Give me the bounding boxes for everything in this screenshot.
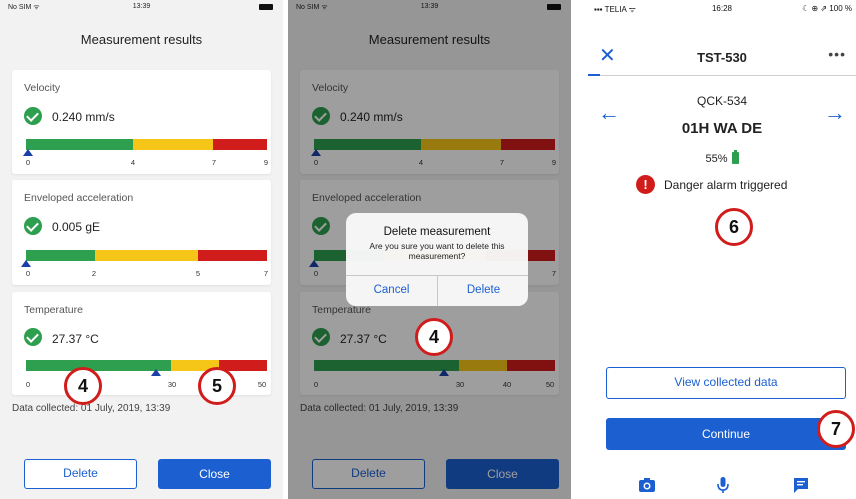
velocity-card: Velocity 0.240 mm/s 0 4 7 9	[12, 70, 271, 174]
tab-indicator	[588, 74, 600, 76]
battery-icon	[259, 4, 273, 10]
dialog-delete-button[interactable]: Delete	[438, 275, 528, 306]
value-marker	[21, 260, 31, 267]
bottom-toolbar	[588, 470, 856, 499]
alarm-text: Danger alarm triggered	[664, 178, 788, 192]
velocity-value: 0.240 mm/s	[52, 110, 115, 124]
continue-button[interactable]: Continue	[606, 418, 846, 450]
delete-confirm-screen: No SIM ᯤ 13:39 Measurement results Veloc…	[288, 0, 571, 499]
card-label: Enveloped acceleration	[24, 192, 134, 204]
card-label: Temperature	[24, 304, 83, 316]
microphone-icon[interactable]	[714, 476, 732, 494]
tick-label: 5	[195, 269, 201, 278]
dialog-title: Delete measurement	[383, 226, 491, 238]
tick-label: 0	[25, 380, 31, 389]
callout-badge: 7	[817, 410, 855, 448]
callout-badge: 6	[715, 208, 753, 246]
enveloped-acceleration-card: Enveloped acceleration 0.005 gE 0 2 5 7	[12, 180, 271, 285]
status-bar: ▪▪▪ TELIA ᯤ 16:28 ☾ ⊕ ⇗ 100 %	[588, 0, 856, 16]
callout-badge: 4	[415, 318, 453, 356]
message-icon[interactable]	[792, 476, 810, 494]
tick-label: 0	[25, 158, 31, 167]
check-icon	[24, 217, 42, 235]
delete-button[interactable]: Delete	[24, 459, 137, 489]
camera-icon[interactable]	[638, 476, 656, 494]
close-button[interactable]: Close	[158, 459, 271, 489]
status-icons: ☾ ⊕ ⇗ 100 %	[802, 4, 852, 13]
check-icon	[24, 107, 42, 125]
severity-bar	[26, 139, 267, 150]
page-title: Measurement results	[80, 32, 203, 47]
card-label: Velocity	[24, 82, 61, 94]
dialog-cancel-button[interactable]: Cancel	[346, 275, 437, 306]
severity-bar	[26, 250, 267, 261]
alert-icon: !	[636, 175, 655, 194]
more-icon[interactable]: •••	[828, 46, 846, 62]
check-icon	[24, 328, 42, 346]
battery-icon	[731, 150, 739, 164]
data-collected-text: Data collected: 01 July, 2019, 13:39	[12, 403, 171, 414]
tick-label: 7	[211, 158, 217, 167]
status-bar: No SIM ᯤ 13:39	[0, 0, 283, 14]
clock: 13:39	[132, 3, 151, 10]
tick-label: 7	[263, 269, 269, 278]
dialog-message: Are you sure you want to delete this mea…	[369, 241, 505, 261]
asset-code: QCK-534	[696, 94, 748, 108]
header: ✕ TST-530 •••	[588, 40, 856, 76]
view-collected-data-button[interactable]: View collected data	[606, 367, 846, 399]
measurement-results-screen: No SIM ᯤ 13:39 Measurement results Veloc…	[0, 0, 283, 499]
callout-badge: 5	[198, 367, 236, 405]
asset-screen: ▪▪▪ TELIA ᯤ 16:28 ☾ ⊕ ⇗ 100 % ✕ TST-530 …	[588, 0, 856, 499]
tick-label: 50	[257, 380, 267, 389]
acceleration-value: 0.005 gE	[52, 220, 101, 234]
callout-badge: 4	[64, 367, 102, 405]
page-title: TST-530	[697, 50, 747, 65]
delete-dialog: Delete measurement Are you sure you want…	[346, 213, 528, 306]
tick-label: 0	[25, 269, 31, 278]
value-marker	[151, 369, 161, 376]
battery-percent: 55%	[705, 153, 728, 165]
tick-label: 30	[167, 380, 177, 389]
tick-label: 4	[130, 158, 136, 167]
tick-label: 9	[263, 158, 269, 167]
tick-label: 2	[91, 269, 97, 278]
battery-level: 55%	[588, 150, 856, 165]
severity-bar	[26, 360, 267, 371]
asset-name: 01H WA DE	[681, 120, 763, 137]
temperature-value: 27.37 °C	[52, 332, 99, 346]
value-marker	[23, 149, 33, 156]
